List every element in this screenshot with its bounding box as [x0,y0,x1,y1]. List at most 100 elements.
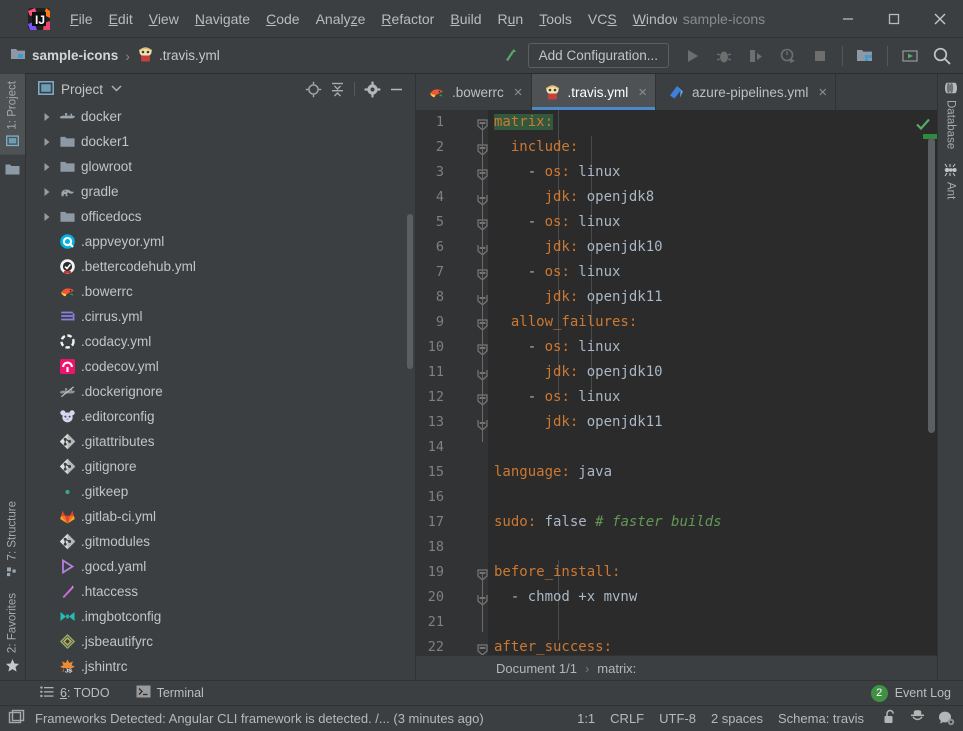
close-tab-icon[interactable]: × [638,85,647,100]
code-line[interactable]: language: java [494,464,612,480]
tree-item[interactable]: officedocs [26,204,415,229]
tree-item[interactable]: .codacy.yml [26,329,415,354]
build-icon[interactable] [496,41,526,71]
status-line-separator[interactable]: CRLF [610,711,644,726]
tree-item[interactable]: gradle [26,179,415,204]
tree-item[interactable]: JS .jshintrc [26,654,415,679]
code-line[interactable]: - chmod +x mvnw [494,589,637,605]
search-icon[interactable] [927,41,957,71]
tree-item[interactable]: .gitattributes [26,429,415,454]
settings-gear-icon[interactable] [361,78,383,100]
code-line[interactable]: matrix: [494,114,554,130]
code-line[interactable]: jdk: openjdk11 [494,414,663,430]
tree-item[interactable]: .appveyor.yml [26,229,415,254]
close-tab-icon[interactable]: × [818,85,827,100]
code-line[interactable]: jdk: openjdk10 [494,364,663,380]
code-line[interactable]: allow_failures: [494,314,637,330]
tree-item[interactable]: .jsbeautifyrc [26,629,415,654]
code-editor[interactable]: 1 2 3 4 5 6 7 8 9 10 11 12 13 14 15 16 17 18 19 20 21 22 matr… [416,110,937,655]
stop-icon[interactable] [805,41,835,71]
maximize-icon[interactable] [871,0,917,38]
tree-item[interactable]: .dockerignore [26,379,415,404]
code-line[interactable]: - os: linux [494,214,621,230]
sidebar-item-database[interactable]: Database [938,74,963,156]
code-line[interactable]: include: [494,139,578,155]
run-with-coverage-icon[interactable] [741,41,771,71]
menu-view[interactable]: View [141,7,187,31]
minimize-icon[interactable] [825,0,871,38]
menu-run[interactable]: Run [490,7,532,31]
tool-button-terminal[interactable]: Terminal [136,685,204,701]
status-indent[interactable]: 2 spaces [711,711,763,726]
tool-button-todo[interactable]: 6: TODO [40,685,110,701]
editor-scrollbar[interactable] [928,138,935,433]
tree-item[interactable]: .bettercodehub.yml [26,254,415,279]
status-schema[interactable]: Schema: travis [778,711,864,726]
status-message[interactable]: Frameworks Detected: Angular CLI framewo… [35,711,484,726]
editor-breadcrumb-node[interactable]: matrix: [597,661,636,676]
inspection-status-icon[interactable] [915,116,931,135]
locate-icon[interactable] [302,78,324,100]
tree-item[interactable]: .imgbotconfig [26,604,415,629]
menu-navigate[interactable]: Navigate [187,7,258,31]
profile-icon[interactable] [773,41,803,71]
unlocked-icon[interactable] [883,709,898,728]
menu-analyze[interactable]: Analyze [308,7,374,31]
tree-item[interactable]: .gitignore [26,454,415,479]
editor-tab[interactable]: azure-pipelines.yml × [656,74,837,110]
tree-item[interactable]: docker [26,104,415,129]
editor-tab[interactable]: .travis.yml × [531,74,657,110]
expand-arrow-icon[interactable] [38,137,56,147]
close-icon[interactable] [917,0,963,38]
status-caret-position[interactable]: 1:1 [577,711,595,726]
tree-item[interactable]: .editorconfig [26,404,415,429]
hide-icon[interactable] [385,78,407,100]
code-line[interactable]: sudo: false # faster builds [494,514,722,530]
project-view-icon[interactable] [0,155,25,185]
sidebar-item-structure[interactable]: 7: Structure [0,494,25,585]
breadcrumb-file[interactable]: .travis.yml [159,48,220,63]
tree-item[interactable]: .gitmodules [26,529,415,554]
tree-item[interactable]: .cirrus.yml [26,304,415,329]
editor-breadcrumb-document[interactable]: Document 1/1 [496,661,577,676]
inspection-hat-icon[interactable] [909,709,926,728]
tree-item[interactable]: .codecov.yml [26,354,415,379]
tree-item[interactable]: .htaccess [26,579,415,604]
tree-item[interactable]: glowroot [26,154,415,179]
menu-tools[interactable]: Tools [531,7,580,31]
notifications-icon[interactable] [937,709,955,729]
tree-item[interactable]: .bowerrc [26,279,415,304]
tree-item[interactable]: .gitkeep [26,479,415,504]
expand-arrow-icon[interactable] [38,187,56,197]
event-log-button[interactable]: 2 Event Log [870,684,951,702]
code-line[interactable]: - os: linux [494,264,621,280]
expand-arrow-icon[interactable] [38,112,56,122]
debug-icon[interactable] [709,41,739,71]
code-line[interactable]: before_install: [494,564,620,580]
code-line[interactable]: jdk: openjdk8 [494,189,655,205]
sidebar-item-favorites[interactable]: 2: Favorites [0,586,25,680]
code-line[interactable]: - os: linux [494,339,621,355]
project-structure-icon[interactable] [850,41,880,71]
code-line[interactable]: jdk: openjdk10 [494,239,663,255]
code-line[interactable]: jdk: openjdk11 [494,289,663,305]
code-line[interactable]: after_success: [494,639,612,655]
add-configuration-button[interactable]: Add Configuration... [527,43,669,68]
tree-item[interactable]: docker1 [26,129,415,154]
ide-message-icon[interactable] [8,709,25,729]
collapse-all-icon[interactable] [326,78,348,100]
tree-item[interactable]: .gocd.yaml [26,554,415,579]
code-line[interactable]: - os: linux [494,164,621,180]
menu-vcs[interactable]: VCS [580,7,625,31]
chevron-down-icon[interactable] [111,84,122,94]
close-tab-icon[interactable]: × [514,85,523,100]
menu-edit[interactable]: Edit [101,7,141,31]
sidebar-item-ant[interactable]: Ant [938,156,963,206]
breadcrumb-project[interactable]: sample-icons [32,48,118,63]
status-encoding[interactable]: UTF-8 [659,711,696,726]
expand-arrow-icon[interactable] [38,212,56,222]
menu-code[interactable]: Code [258,7,307,31]
update-icon[interactable] [895,41,925,71]
menu-build[interactable]: Build [442,7,489,31]
expand-arrow-icon[interactable] [38,162,56,172]
